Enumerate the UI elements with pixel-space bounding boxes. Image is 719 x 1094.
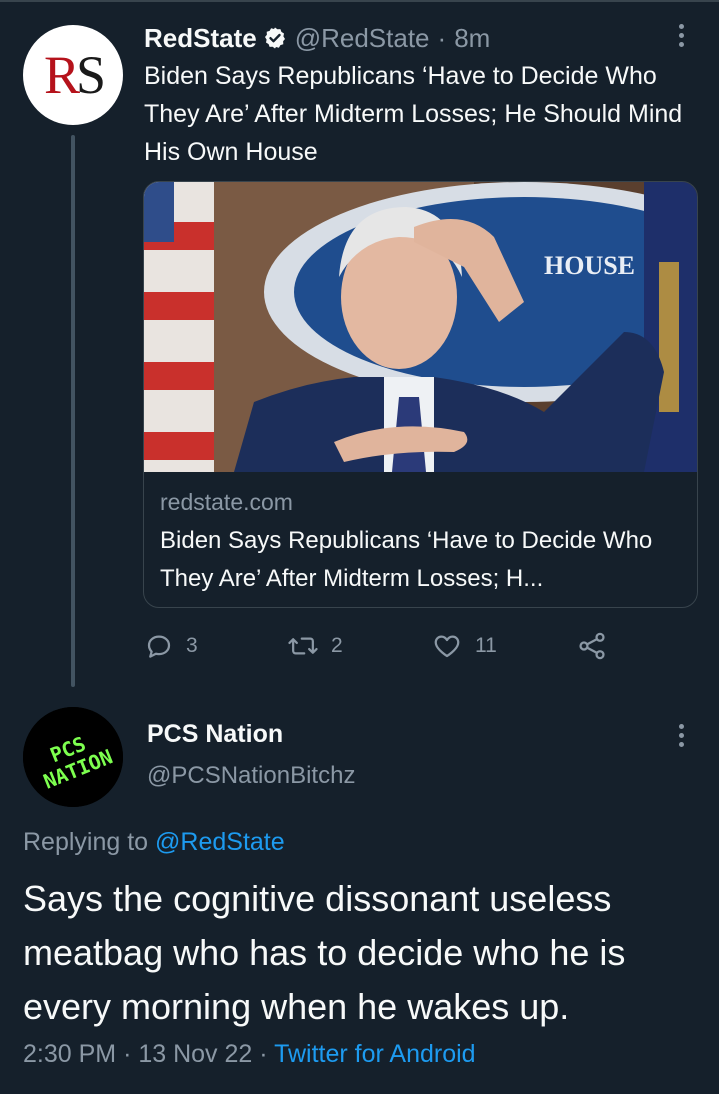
parent-display-name[interactable]: RedState [144,23,257,54]
reply-display-name[interactable]: PCS Nation [147,720,283,749]
card-domain: redstate.com [160,489,293,515]
meta-separator: · [259,1040,268,1068]
reply-tweet-text: Says the cognitive dissonant useless mea… [23,878,626,1027]
share-icon [579,632,605,660]
reply-count: 3 [186,634,198,657]
like-button[interactable]: 11 [431,628,497,664]
parent-timestamp[interactable]: 8m [454,23,490,54]
like-count: 11 [475,634,497,657]
tweet-actions-bar: 3 2 11 [144,628,704,664]
thread-connector-line [71,135,75,687]
replying-to-link[interactable]: @RedState [155,828,285,856]
replying-prefix: Replying to [23,828,149,856]
tweet-source-link[interactable]: Twitter for Android [274,1040,475,1068]
card-title: Biden Says Republicans ‘Have to Decide W… [160,527,653,592]
heart-icon [434,635,460,658]
more-options-icon[interactable] [678,24,684,47]
tweet-time[interactable]: 2:30 PM [23,1040,116,1068]
avatar-letter-s: S [75,45,106,105]
tweet-date[interactable]: 13 Nov 22 [138,1040,252,1068]
share-button[interactable] [576,628,620,664]
parent-tweet-header: RedState @RedState · 8m [144,20,490,56]
replying-to-line: Replying to @RedState [23,828,285,857]
reply-icon [147,635,171,658]
avatar-letter-r: R [43,45,80,105]
reply-button[interactable]: 3 [144,628,198,664]
top-divider [0,0,719,2]
retweet-count: 2 [331,634,343,657]
reply-handle[interactable]: @PCSNationBitchz [147,762,355,790]
tweet-metadata: 2:30 PM · 13 Nov 22 · Twitter for Androi… [23,1040,476,1069]
meta-separator: · [123,1040,132,1068]
retweet-icon [288,637,318,655]
article-image: HOUSE [144,182,697,472]
parent-tweet-text: Biden Says Republicans ‘Have to Decide W… [144,62,683,166]
retweet-button[interactable]: 2 [287,628,343,664]
parent-handle[interactable]: @RedState [295,23,430,54]
redstate-avatar[interactable]: RS [23,25,123,125]
seal-text: HOUSE [544,251,635,280]
pcs-logo-image: PCS NATION [23,707,123,807]
separator-dot: · [437,22,447,53]
link-preview-card[interactable]: HOUSE redstate.com Biden Says Republican… [143,181,698,608]
more-options-icon[interactable] [678,724,684,747]
pcs-nation-avatar[interactable]: PCS NATION [23,707,123,807]
verified-badge-icon [263,26,287,50]
